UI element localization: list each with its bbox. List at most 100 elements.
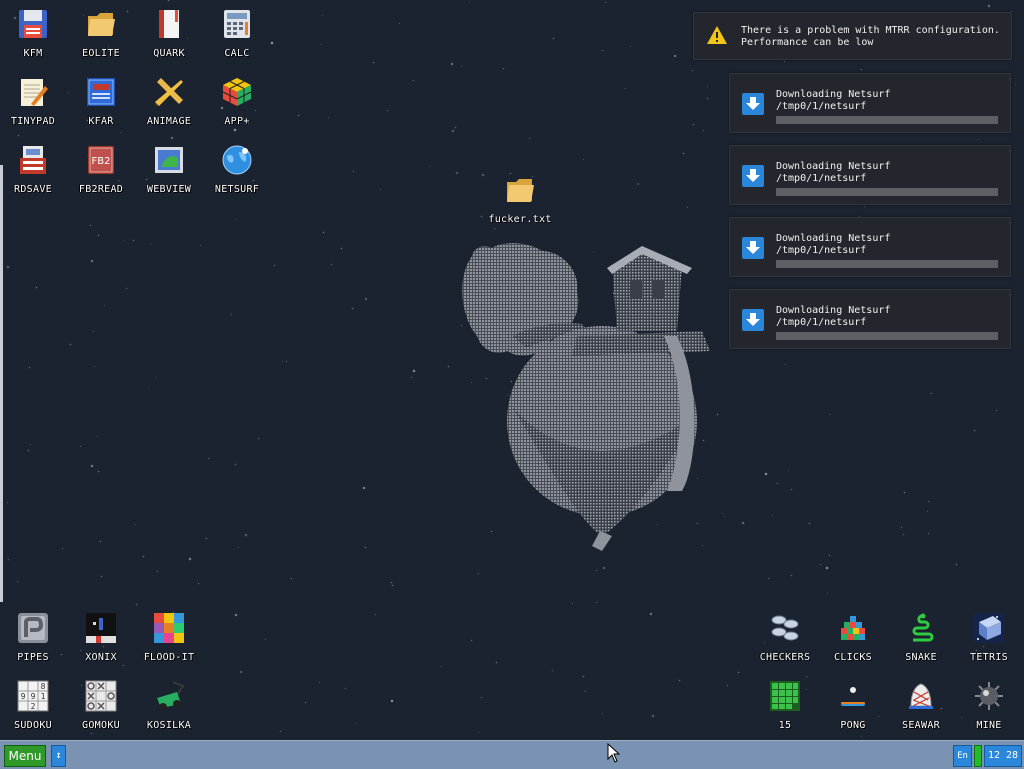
- kfar-icon: [87, 78, 115, 106]
- mine-icon: [975, 682, 1003, 710]
- clicks-icon: [841, 616, 865, 640]
- download-path: /tmp0/1/netsurf: [776, 317, 867, 328]
- svg-text:1: 1: [41, 692, 46, 701]
- download-title: Downloading Netsurf: [776, 305, 891, 316]
- desktop-icon-sudoku[interactable]: 98921 SUDOKU: [1, 680, 65, 731]
- desktop-icon-label: CHECKERS: [759, 652, 811, 663]
- svg-text:9: 9: [21, 692, 26, 701]
- download-icon: [742, 309, 764, 331]
- download-title: Downloading Netsurf: [776, 89, 891, 100]
- download-path: /tmp0/1/netsurf: [776, 245, 867, 256]
- desktop-icon-mine[interactable]: MINE: [957, 680, 1021, 731]
- menu-button[interactable]: Menu: [4, 745, 46, 767]
- desktop-icon-xonix[interactable]: XONIX: [69, 612, 133, 663]
- download-title: Downloading Netsurf: [776, 161, 891, 172]
- desktop-icon-label: GOMOKU: [82, 720, 120, 731]
- desktop-icon-label: KFAR: [88, 116, 114, 127]
- desktop-icon-calc[interactable]: CALC: [205, 8, 269, 59]
- download-icon: [742, 237, 764, 259]
- book-icon: FB2: [88, 146, 114, 174]
- desktop-icon-label: APP+: [224, 116, 250, 127]
- mtrr-warning-notification[interactable]: There is a problem with MTRR configurati…: [693, 12, 1012, 60]
- download-notification[interactable]: Downloading Netsurf /tmp0/1/netsurf: [729, 73, 1011, 133]
- desktop-icon-label: FLOOD-IT: [143, 652, 195, 663]
- desktop-icon-label: XONIX: [85, 652, 117, 663]
- download-progress-bar: [776, 116, 998, 124]
- notebook-icon: [159, 10, 179, 38]
- desktop-icon-label: PONG: [840, 720, 866, 731]
- flood-it-icon: [154, 613, 184, 643]
- language-indicator[interactable]: En: [953, 745, 972, 767]
- svg-text:2: 2: [31, 702, 36, 711]
- pipes-icon: [18, 613, 48, 643]
- desktop-icon-gomoku[interactable]: GOMOKU: [69, 680, 133, 731]
- desktop-icon-label: TETRIS: [970, 652, 1008, 663]
- floppy-icon: [19, 10, 47, 38]
- desktop-icon-tetris[interactable]: TETRIS: [957, 612, 1021, 663]
- treehouse-wallpaper-image: [462, 243, 710, 551]
- seawar-icon: [909, 683, 933, 709]
- desktop-icon-label: RDSAVE: [14, 184, 52, 195]
- desktop-icon-quark[interactable]: QUARK: [137, 8, 201, 59]
- folder-icon: [88, 13, 115, 36]
- desktop-icon-label: EOLITE: [82, 48, 120, 59]
- gomoku-icon: [85, 680, 117, 712]
- notepad-icon: [21, 79, 48, 106]
- desktop-icon-pipes[interactable]: PIPES: [1, 612, 65, 663]
- desktop-file-icon[interactable]: fucker.txt: [488, 174, 552, 225]
- tetris-icon: [974, 613, 1004, 643]
- desktop-icon-seawar[interactable]: SEAWAR: [889, 680, 953, 731]
- clock[interactable]: 12 28: [984, 745, 1022, 767]
- svg-text:FB2: FB2: [92, 156, 111, 167]
- desktop-icon-webview[interactable]: WEBVIEW: [137, 144, 201, 195]
- desktop-icon-animage[interactable]: ANIMAGE: [137, 76, 201, 127]
- swap-arrows-button[interactable]: ↕: [51, 745, 66, 767]
- taskbar: Menu ↕ En 12 28: [0, 740, 1024, 769]
- left-edge-panel: [0, 165, 3, 602]
- download-notification[interactable]: Downloading Netsurf /tmp0/1/netsurf: [729, 217, 1011, 277]
- lawnmower-icon: [157, 681, 185, 711]
- download-icon: [742, 165, 764, 187]
- status-indicator: [974, 745, 982, 767]
- download-notification[interactable]: Downloading Netsurf /tmp0/1/netsurf: [729, 289, 1011, 349]
- desktop-icon-15[interactable]: 15: [753, 680, 817, 731]
- desktop-icon-flood-it[interactable]: FLOOD-IT: [137, 612, 201, 663]
- desktop-icon-kfm[interactable]: KFM: [1, 8, 65, 59]
- desktop-icon-label: CLICKS: [834, 652, 872, 663]
- download-path: /tmp0/1/netsurf: [776, 173, 867, 184]
- pencil-ruler-icon: [155, 78, 183, 106]
- snake-icon: [912, 613, 934, 642]
- svg-text:8: 8: [41, 682, 46, 691]
- warning-line-1: There is a problem with MTRR configurati…: [741, 25, 1000, 36]
- desktop-icon-label: KOSILKA: [146, 720, 192, 731]
- desktop-icon-snake[interactable]: SNAKE: [889, 612, 953, 663]
- desktop-icon-label: SNAKE: [905, 652, 937, 663]
- download-title: Downloading Netsurf: [776, 233, 891, 244]
- download-progress-bar: [776, 332, 998, 340]
- calculator-icon: [224, 10, 250, 38]
- desktop-icon-kosilka[interactable]: KOSILKA: [137, 680, 201, 731]
- rdsave-icon: [20, 146, 46, 174]
- desktop-icon-netsurf[interactable]: NETSURF: [205, 144, 269, 195]
- rubik-cube-icon: [222, 78, 252, 106]
- desktop-icon-fb2read[interactable]: FB2 FB2READ: [69, 144, 133, 195]
- desktop-icon-clicks[interactable]: CLICKS: [821, 612, 885, 663]
- desktop-icon-eolite[interactable]: EOLITE: [69, 8, 133, 59]
- checkers-icon: [771, 615, 799, 641]
- desktop-icon-pong[interactable]: PONG: [821, 680, 885, 731]
- desktop-icon-app-plus[interactable]: APP+: [205, 76, 269, 127]
- desktop-icon-kfar[interactable]: KFAR: [69, 76, 133, 127]
- desktop-icon-tinypad[interactable]: TINYPAD: [1, 76, 65, 127]
- desktop-icon-label: QUARK: [153, 48, 185, 59]
- download-path: /tmp0/1/netsurf: [776, 101, 867, 112]
- desktop-icon-rdsave[interactable]: RDSAVE: [1, 144, 65, 195]
- mouse-cursor-icon: [607, 743, 621, 763]
- desktop-icon-label: KFM: [23, 48, 43, 59]
- desktop-icon-label: SEAWAR: [902, 720, 940, 731]
- xonix-icon: [86, 613, 116, 643]
- desktop-icon-label: MINE: [976, 720, 1002, 731]
- desktop-icon-checkers[interactable]: CHECKERS: [753, 612, 817, 663]
- warning-line-2: Performance can be low: [741, 37, 874, 48]
- download-notification[interactable]: Downloading Netsurf /tmp0/1/netsurf: [729, 145, 1011, 205]
- download-icon: [742, 93, 764, 115]
